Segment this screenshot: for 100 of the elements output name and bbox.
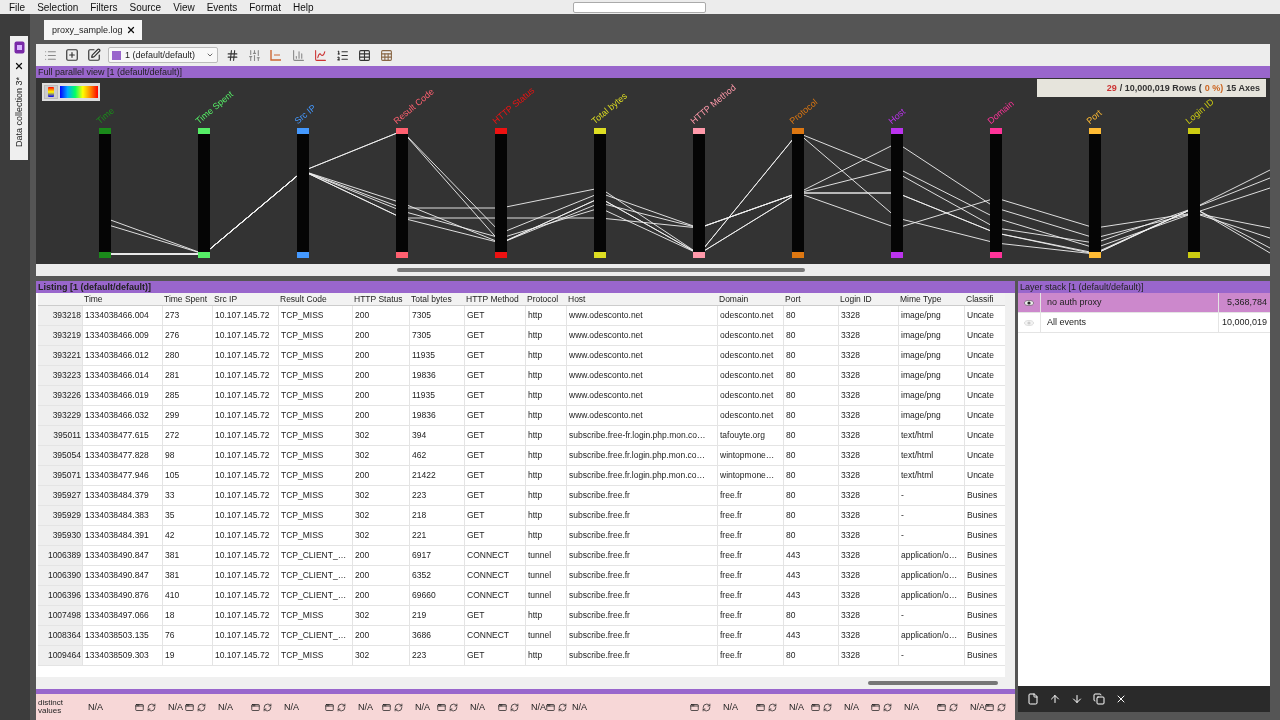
sliders-button[interactable] xyxy=(246,47,262,63)
window-icon[interactable] xyxy=(251,702,260,712)
column-header[interactable]: Host xyxy=(566,292,717,306)
window-icon[interactable] xyxy=(985,702,994,712)
column-header[interactable]: Classifi xyxy=(964,292,1004,306)
menu-item[interactable]: Selection xyxy=(37,1,79,13)
table-cell: http xyxy=(525,425,566,445)
table-cell: subscribe.free.fr xyxy=(566,525,717,545)
search-field[interactable] xyxy=(573,1,706,13)
window-icon[interactable] xyxy=(756,702,765,712)
eye-icon[interactable] xyxy=(1024,299,1034,306)
column-header[interactable]: Domain xyxy=(717,292,783,306)
window-icon[interactable] xyxy=(437,702,446,712)
refresh-icon[interactable] xyxy=(558,702,567,712)
refresh-icon[interactable] xyxy=(449,702,458,712)
color-mode-button[interactable] xyxy=(44,85,58,99)
axis-label: Time xyxy=(94,105,117,126)
table-cell: 1334038490.847 xyxy=(82,545,162,565)
window-icon[interactable] xyxy=(325,702,334,712)
layer-dropdown[interactable]: 1 (default/default) xyxy=(108,47,218,63)
close-icon[interactable] xyxy=(126,25,136,35)
layer-row[interactable]: All events 10,000,019 xyxy=(1018,313,1270,333)
refresh-icon[interactable] xyxy=(197,702,206,712)
side-tab[interactable]: Data collection 3* xyxy=(10,36,28,160)
column-header[interactable]: Login ID xyxy=(838,292,898,306)
refresh-icon[interactable] xyxy=(823,702,832,712)
table-cell: 10.107.145.72 xyxy=(212,385,278,405)
window-icon[interactable] xyxy=(690,702,699,712)
bar-chart-button[interactable] xyxy=(290,47,306,63)
refresh-icon[interactable] xyxy=(147,702,156,712)
refresh-icon[interactable] xyxy=(337,702,346,712)
column-header[interactable]: Port xyxy=(783,292,838,306)
table-cell: TCP_MISS xyxy=(278,305,352,325)
table-cell: 200 xyxy=(352,325,409,345)
horizontal-scrollbar[interactable] xyxy=(36,677,1015,690)
column-header[interactable]: Protocol xyxy=(525,292,566,306)
layer-row[interactable]: no auth proxy 5,368,784 xyxy=(1018,293,1270,313)
table-cell: Busines xyxy=(964,645,1004,665)
column-header[interactable]: Src IP xyxy=(212,292,278,306)
column-header[interactable]: Mime Type xyxy=(898,292,964,306)
move-up-button[interactable] xyxy=(1048,692,1062,706)
window-icon[interactable] xyxy=(382,702,391,712)
table-cell: CONNECT xyxy=(464,585,525,605)
table-cell: 302 xyxy=(352,425,409,445)
table-cell: text/html xyxy=(898,445,964,465)
line-chart-button[interactable] xyxy=(312,47,328,63)
refresh-icon[interactable] xyxy=(702,702,711,712)
column-header[interactable]: Time Spent xyxy=(162,292,212,306)
document-tab[interactable]: proxy_sample.log xyxy=(44,20,142,40)
column-header[interactable]: Total bytes xyxy=(409,292,464,306)
new-layer-button[interactable] xyxy=(1026,692,1040,706)
column-header[interactable]: HTTP Method xyxy=(464,292,525,306)
menu-item[interactable]: Help xyxy=(292,1,314,13)
scrollbar-thumb[interactable] xyxy=(868,681,998,686)
window-icon[interactable] xyxy=(135,702,144,712)
table-cell: TCP_CLIENT_… xyxy=(278,585,352,605)
duplicate-button[interactable] xyxy=(1092,692,1106,706)
vertical-scrollbar[interactable] xyxy=(1005,292,1015,678)
window-icon[interactable] xyxy=(811,702,820,712)
table-cell: 273 xyxy=(162,305,212,325)
window-icon[interactable] xyxy=(546,702,555,712)
refresh-icon[interactable] xyxy=(768,702,777,712)
edit-button[interactable] xyxy=(86,47,102,63)
add-button[interactable] xyxy=(64,47,80,63)
horizontal-scrollbar[interactable] xyxy=(36,264,1270,276)
table-cell: 3328 xyxy=(838,405,898,425)
column-header[interactable]: Time xyxy=(82,292,162,306)
window-icon[interactable] xyxy=(498,702,507,712)
table-cell: 299 xyxy=(162,405,212,425)
column-header[interactable]: Result Code xyxy=(278,292,352,306)
close-icon[interactable] xyxy=(14,61,24,71)
menu-item[interactable]: File xyxy=(9,1,26,13)
sheet-button[interactable] xyxy=(378,47,394,63)
refresh-icon[interactable] xyxy=(883,702,892,712)
table-cell: subscribe.free.fr.login.php.mon.co… xyxy=(566,445,717,465)
menu-item[interactable]: Format xyxy=(249,1,281,13)
refresh-icon[interactable] xyxy=(510,702,519,712)
table-cell: 10.107.145.72 xyxy=(212,505,278,525)
move-down-button[interactable] xyxy=(1070,692,1084,706)
window-icon[interactable] xyxy=(937,702,946,712)
menu-item[interactable]: Filters xyxy=(90,1,118,13)
window-icon[interactable] xyxy=(185,702,194,712)
refresh-icon[interactable] xyxy=(997,702,1006,712)
table-button[interactable] xyxy=(356,47,372,63)
window-icon[interactable] xyxy=(871,702,880,712)
axes-button[interactable] xyxy=(268,47,284,63)
menu-item[interactable]: View xyxy=(173,1,195,13)
table-cell: GET xyxy=(464,305,525,325)
table-cell: Uncate xyxy=(964,405,1004,425)
refresh-icon[interactable] xyxy=(394,702,403,712)
menu-item[interactable]: Source xyxy=(129,1,162,13)
scrollbar-thumb[interactable] xyxy=(397,268,805,272)
color-gradient[interactable] xyxy=(59,86,98,98)
column-header[interactable]: HTTP Status xyxy=(352,292,409,306)
refresh-icon[interactable] xyxy=(949,702,958,712)
total-rows: / 10,000,019 Rows ( xyxy=(1119,83,1202,93)
table-cell: free.fr xyxy=(717,545,783,565)
menu-item[interactable]: Events xyxy=(206,1,238,13)
refresh-icon[interactable] xyxy=(263,702,272,712)
table-cell: 1334038466.014 xyxy=(82,365,162,385)
